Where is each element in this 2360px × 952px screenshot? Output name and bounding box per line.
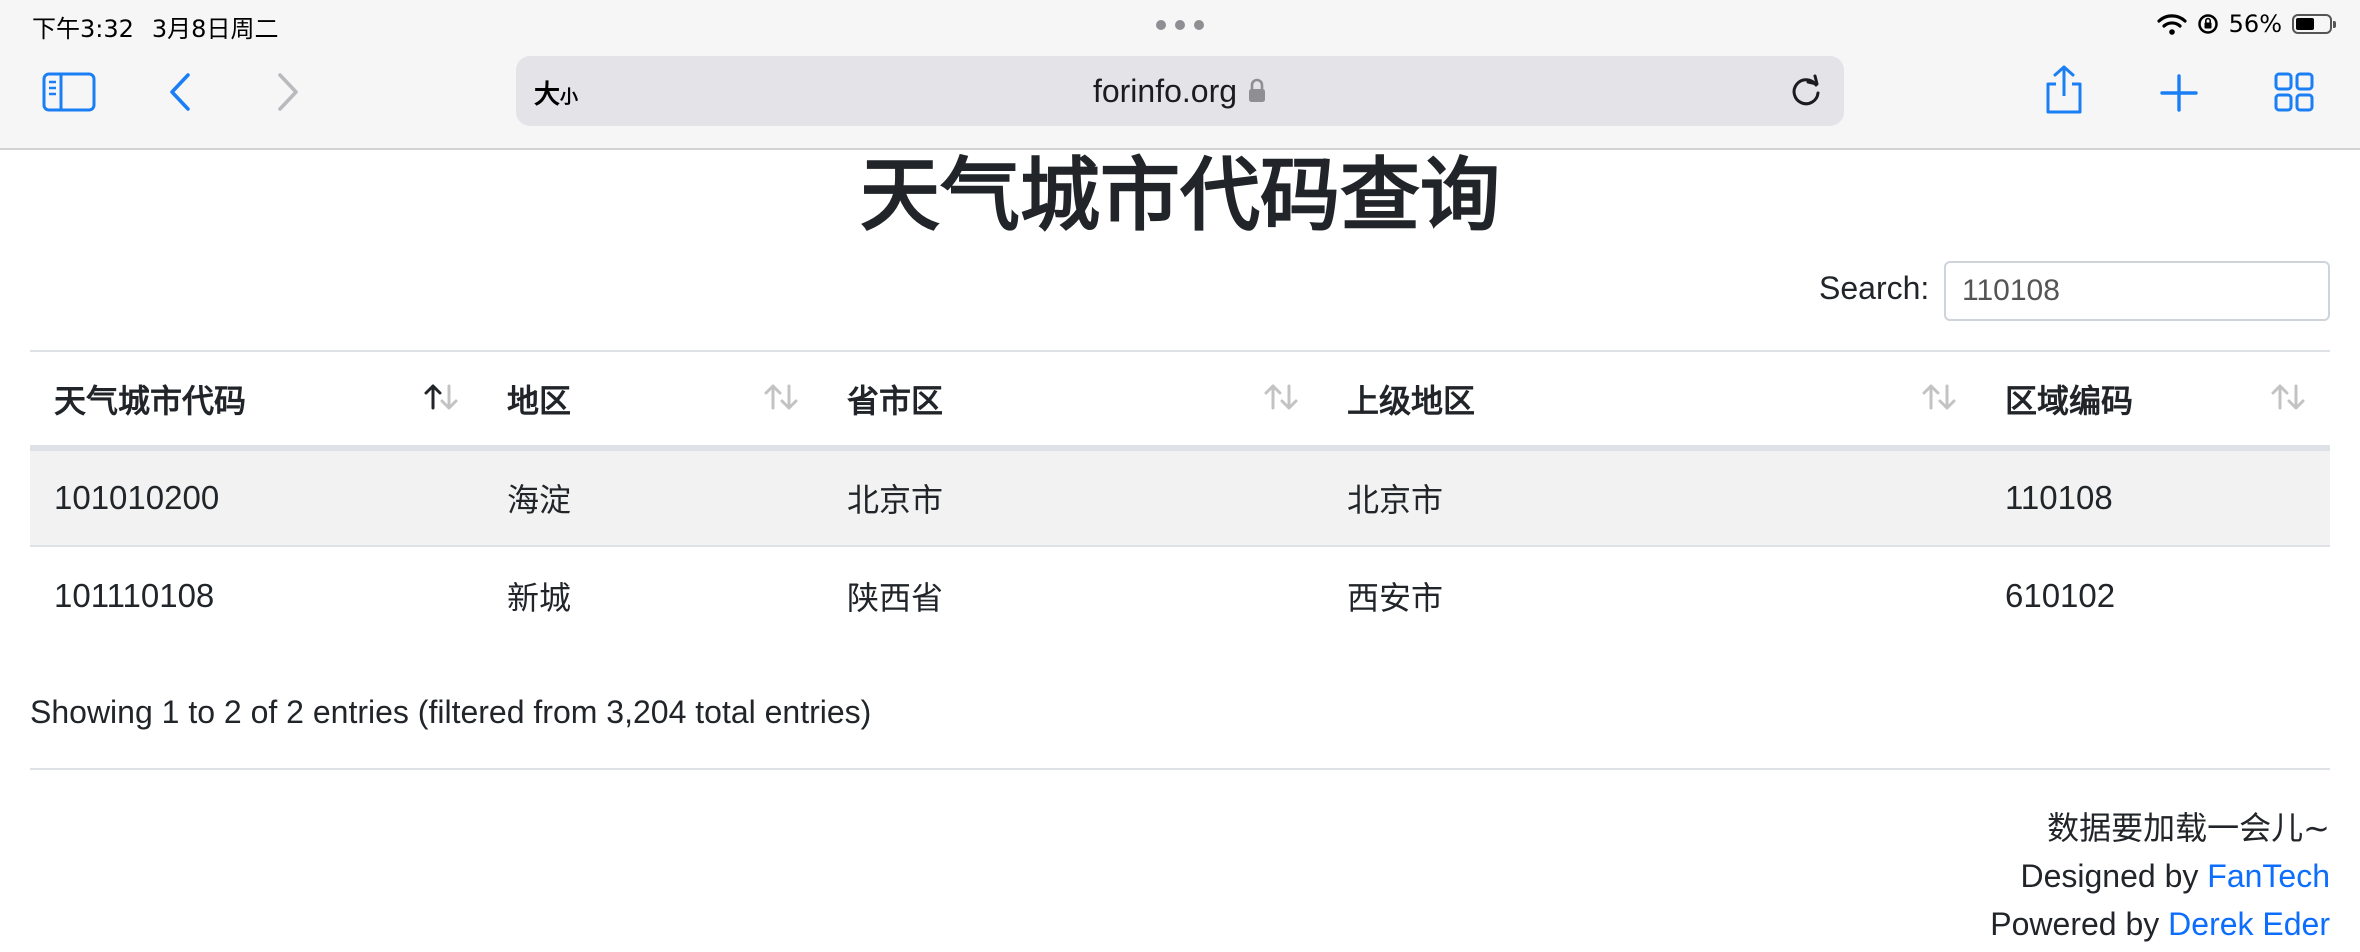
- sort-both-icon: [1261, 382, 1301, 420]
- table-row: 101110108 新城 陕西省 西安市 610102: [30, 546, 2330, 644]
- derek-eder-link[interactable]: Derek Eder: [2168, 906, 2330, 942]
- column-header-label: 天气城市代码: [54, 381, 247, 420]
- table-cell: 新城: [507, 578, 572, 617]
- status-clock: 下午3:32: [32, 15, 134, 43]
- divider: [30, 768, 2330, 770]
- column-header-label: 区域编码: [2005, 381, 2134, 420]
- footer: 数据要加载一会儿~ Designed by FanTech Powered by…: [1990, 804, 2330, 948]
- column-header-label: 上级地区: [1347, 381, 1476, 420]
- table-row: 101010200 海淀 北京市 北京市 110108: [30, 448, 2330, 547]
- table-cell: 北京市: [823, 448, 1323, 547]
- column-header[interactable]: 天气城市代码: [30, 350, 483, 451]
- page-title: 天气城市代码查询: [860, 149, 1500, 242]
- share-icon[interactable]: [2042, 64, 2086, 116]
- table-info: Showing 1 to 2 of 2 entries (filtered fr…: [30, 694, 872, 730]
- sort-both-icon: [761, 382, 801, 420]
- designed-by-label: Designed by: [2020, 858, 2208, 894]
- sort-both-icon: [2268, 382, 2308, 420]
- wifi-icon: [2157, 14, 2187, 35]
- browser-chrome: 下午3:32 3月8日周二 56% 大小 forinfo.org: [0, 0, 2360, 150]
- reader-text-size-button[interactable]: 大小: [534, 74, 578, 111]
- status-date: 3月8日周二: [151, 15, 279, 43]
- table-cell: 西安市: [1347, 578, 1444, 617]
- sort-both-icon: [1919, 382, 1959, 420]
- column-header[interactable]: 省市区: [823, 350, 1323, 451]
- table-cell: 北京市: [1323, 448, 1981, 547]
- column-header[interactable]: 上级地区: [1323, 350, 1981, 451]
- multitasking-dots[interactable]: [1156, 20, 1204, 30]
- loading-note: 数据要加载一会儿~: [2047, 809, 2330, 847]
- sort-ascending-icon: [421, 382, 461, 420]
- table-cell: 海淀: [483, 448, 823, 547]
- forward-icon[interactable]: [276, 72, 300, 112]
- column-header-label: 地区: [507, 381, 572, 420]
- table-header-row: 天气城市代码 地区 省市区 上级地区 区域编码: [30, 350, 2330, 451]
- table-cell: 101110108: [54, 576, 215, 614]
- column-header[interactable]: 地区: [483, 350, 823, 451]
- sidebar-icon[interactable]: [42, 72, 96, 112]
- fantech-link[interactable]: FanTech: [2207, 858, 2330, 894]
- status-indicators: 56%: [2157, 8, 2336, 40]
- table-cell: 110108: [1981, 448, 2330, 547]
- tabs-overview-icon[interactable]: [2274, 72, 2314, 112]
- orientation-lock-icon: [2197, 14, 2218, 34]
- search-label: Search:: [1819, 270, 1930, 306]
- battery-icon: [2292, 14, 2336, 34]
- reload-icon[interactable]: [1788, 73, 1824, 113]
- new-tab-icon[interactable]: [2160, 74, 2198, 112]
- column-header-label: 省市区: [847, 381, 944, 420]
- table-cell: 610102: [2005, 576, 2116, 614]
- url-text[interactable]: forinfo.org: [1093, 73, 1237, 110]
- column-header[interactable]: 区域编码: [1981, 350, 2330, 451]
- table-cell: 101010200: [30, 448, 483, 547]
- results-table: 天气城市代码 地区 省市区 上级地区 区域编码 101010200 海淀 北京市…: [30, 350, 2330, 644]
- back-icon[interactable]: [168, 72, 192, 112]
- address-bar[interactable]: 大小 forinfo.org: [516, 56, 1844, 126]
- table-cell: 陕西省: [847, 578, 944, 617]
- powered-by-line: Powered by Derek Eder: [1990, 900, 2330, 948]
- text-size-large-label: 大: [534, 80, 561, 110]
- powered-by-label: Powered by: [1990, 906, 2169, 942]
- search-input[interactable]: [1944, 261, 2330, 321]
- lock-icon: [1249, 78, 1266, 102]
- battery-percent: 56%: [2228, 10, 2282, 38]
- status-time: 下午3:32 3月8日周二: [32, 9, 296, 44]
- designed-by-line: Designed by FanTech: [1990, 852, 2330, 900]
- text-size-small-label: 小: [560, 87, 579, 108]
